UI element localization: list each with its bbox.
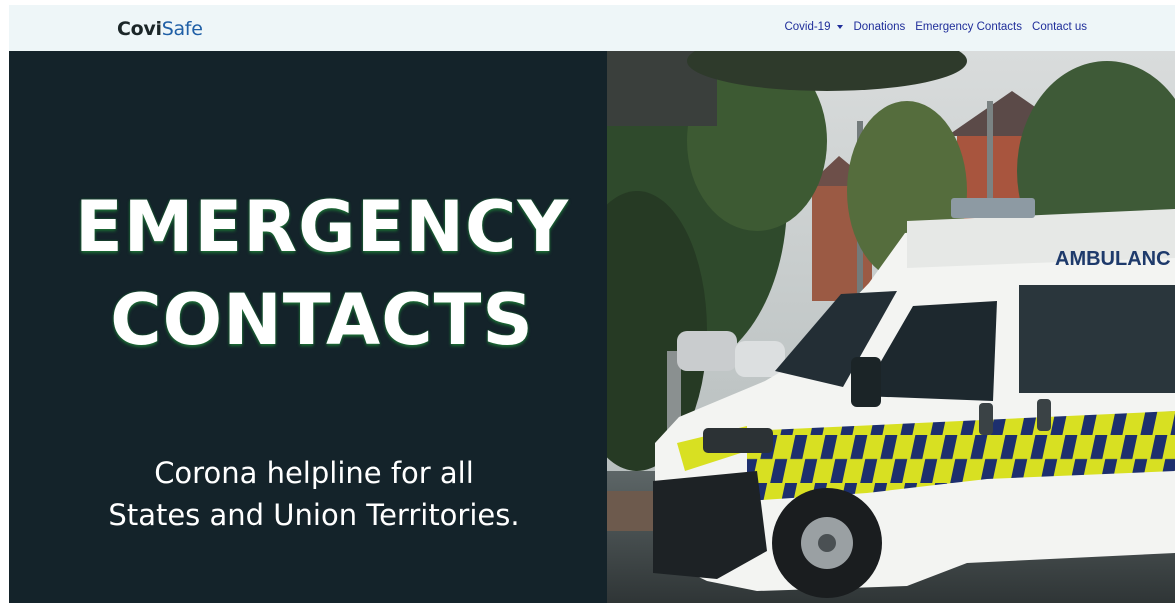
page-subtitle: Corona helpline for all States and Union… bbox=[9, 452, 619, 536]
page-title-line1: EMERGENCY bbox=[74, 186, 570, 268]
ambulance-sign-text: AMBULANC bbox=[1055, 248, 1171, 270]
nav-contact-us-link[interactable]: Contact us bbox=[1032, 21, 1087, 33]
nav-donations-link[interactable]: Donations bbox=[853, 21, 905, 33]
nav-links: Covid-19 Donations Emergency Contacts Co… bbox=[784, 21, 1087, 33]
page-subtitle-line2: States and Union Territories. bbox=[108, 498, 520, 532]
chevron-down-icon bbox=[837, 25, 844, 29]
brand-text-part2: Safe bbox=[161, 18, 203, 40]
ambulance-photo-illustration: AMBULANC bbox=[607, 51, 1175, 603]
brand-logo[interactable]: CoviSafe bbox=[117, 18, 203, 40]
nav-covid-label: Covid-19 bbox=[784, 21, 831, 33]
page-title-line2: CONTACTS bbox=[110, 279, 534, 361]
hero-text-panel: EMERGENCY CONTACTS Corona helpline for a… bbox=[9, 51, 607, 603]
top-navbar: CoviSafe Covid-19 Donations Emergency Co… bbox=[9, 5, 1175, 51]
page-title: EMERGENCY CONTACTS bbox=[9, 181, 635, 367]
brand-text-part1: Covi bbox=[117, 18, 162, 40]
nav-emergency-contacts-link[interactable]: Emergency Contacts bbox=[915, 21, 1022, 33]
hero-ambulance-photo: AMBULANC bbox=[607, 51, 1175, 603]
nav-covid-dropdown[interactable]: Covid-19 bbox=[784, 21, 844, 33]
page-subtitle-line1: Corona helpline for all bbox=[154, 456, 474, 490]
